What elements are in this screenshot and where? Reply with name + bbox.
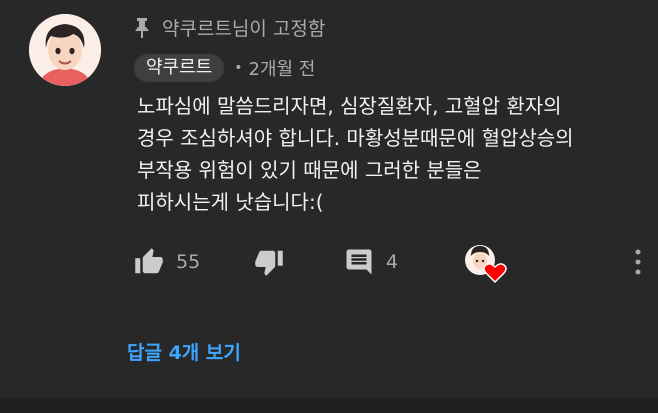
thumbs-up-icon bbox=[134, 247, 164, 277]
reply-button[interactable]: 4 bbox=[344, 240, 398, 284]
section-divider bbox=[0, 398, 658, 413]
dislike-button[interactable] bbox=[254, 240, 284, 284]
heart-icon bbox=[483, 263, 507, 284]
pin-icon bbox=[134, 17, 150, 39]
view-replies-link[interactable]: 답글 4개 보기 bbox=[127, 338, 241, 365]
comment-timestamp[interactable]: 2개월 전 bbox=[249, 55, 316, 81]
thumbs-down-icon bbox=[254, 247, 284, 277]
more-vert-icon bbox=[632, 249, 644, 280]
like-count: 55 bbox=[176, 251, 201, 273]
comment-icon bbox=[344, 247, 374, 277]
comment-actions: 55 4 bbox=[134, 240, 654, 284]
like-button[interactable]: 55 bbox=[134, 240, 200, 284]
more-options-button[interactable] bbox=[632, 248, 644, 280]
author-avatar[interactable] bbox=[29, 14, 101, 86]
reply-count: 4 bbox=[386, 251, 399, 273]
author-name[interactable]: 약쿠르트 bbox=[134, 54, 225, 82]
separator-dot: • bbox=[234, 60, 243, 76]
creator-heart-badge bbox=[464, 242, 508, 286]
pinned-label: 약쿠르트님이 고정함 bbox=[162, 18, 326, 40]
pinned-indicator: 약쿠르트님이 고정함 bbox=[134, 14, 325, 41]
comment-header: 약쿠르트 • 2개월 전 bbox=[134, 54, 315, 82]
comment-text: 노파심에 말씀드리자면, 심장질환자, 고혈압 환자의 경우 조심하셔야 합니다… bbox=[137, 94, 574, 214]
